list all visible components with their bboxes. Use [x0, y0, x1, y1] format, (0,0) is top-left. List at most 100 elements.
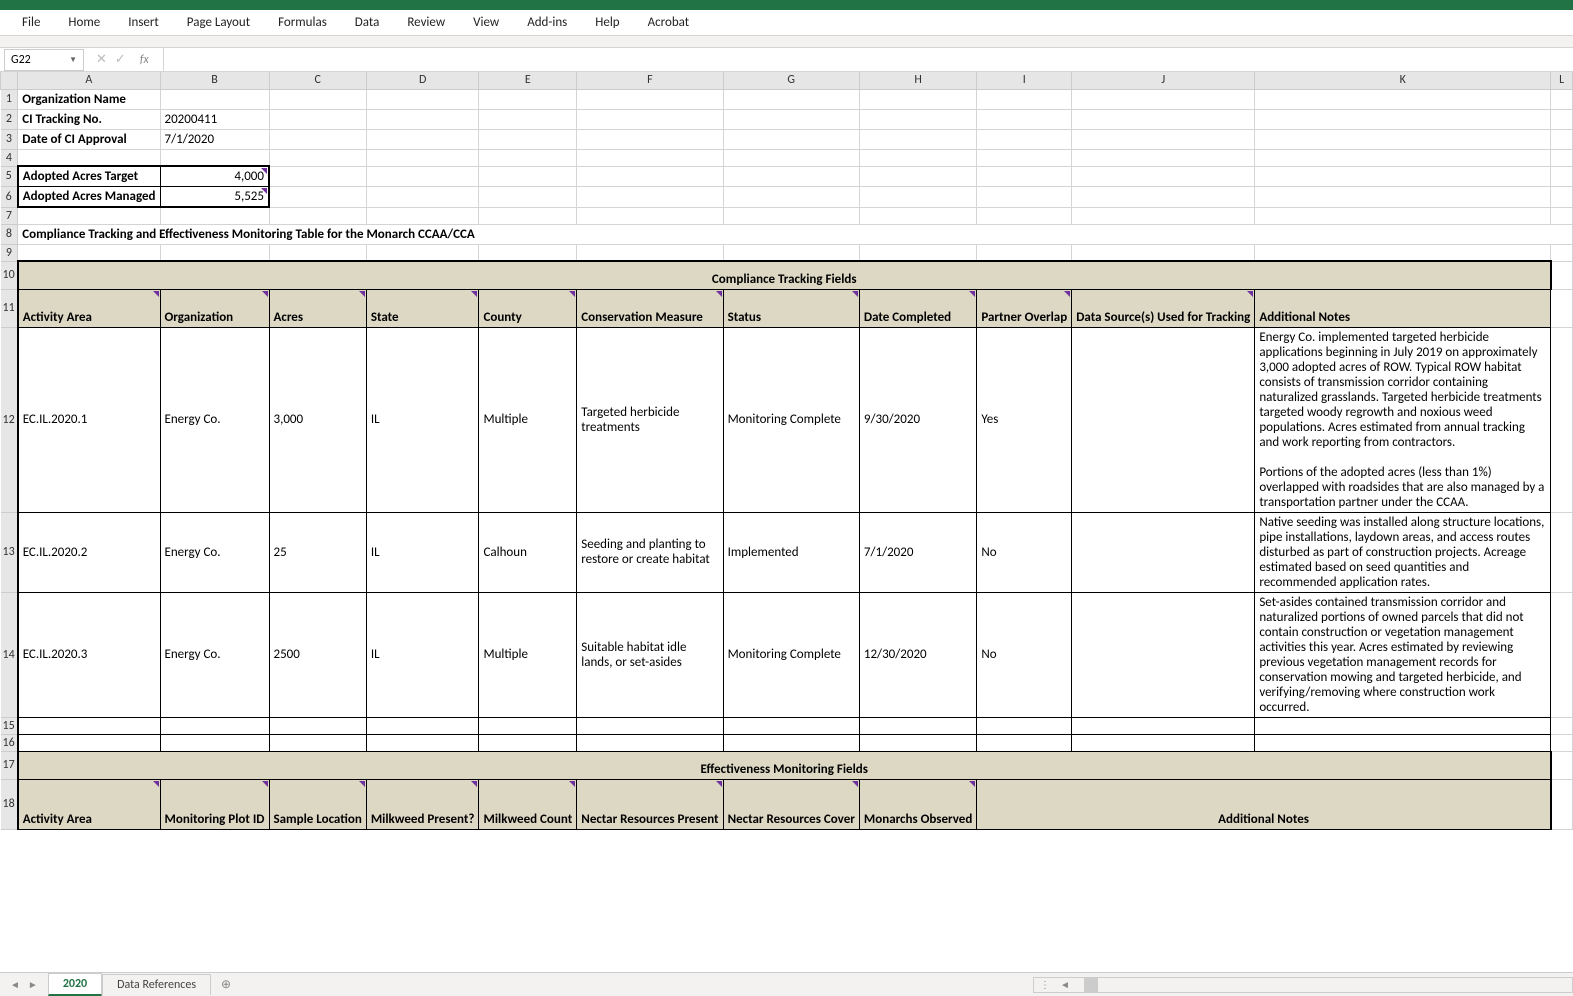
cell[interactable]: [859, 89, 976, 109]
tab-file[interactable]: File: [8, 11, 54, 34]
cell[interactable]: [977, 149, 1072, 166]
cell[interactable]: [859, 207, 976, 224]
add-sheet-button[interactable]: ⊕: [211, 977, 241, 992]
cell[interactable]: [160, 149, 269, 166]
cell[interactable]: [1551, 327, 1573, 512]
cell[interactable]: [577, 717, 723, 734]
cell[interactable]: [269, 109, 366, 129]
cell[interactable]: [18, 734, 160, 751]
cell[interactable]: [269, 734, 366, 751]
cell[interactable]: [859, 187, 976, 208]
cell[interactable]: [1255, 207, 1551, 224]
cell[interactable]: [18, 717, 160, 734]
cell[interactable]: [577, 109, 723, 129]
cell[interactable]: [479, 109, 577, 129]
cell[interactable]: [577, 166, 723, 187]
col-header-A[interactable]: A: [18, 72, 160, 89]
cell[interactable]: [577, 187, 723, 208]
cell[interactable]: [479, 166, 577, 187]
cell[interactable]: [977, 166, 1072, 187]
data-cell[interactable]: Multiple: [479, 592, 577, 717]
cell[interactable]: [577, 734, 723, 751]
cell[interactable]: [269, 166, 366, 187]
data-cell[interactable]: 2500: [269, 592, 366, 717]
sheet-tab-2020[interactable]: 2020: [48, 973, 102, 996]
cell[interactable]: [859, 244, 976, 261]
cell[interactable]: [723, 207, 859, 224]
fx-icon[interactable]: fx: [134, 53, 155, 67]
data-cell[interactable]: Energy Co.: [160, 512, 269, 592]
cell[interactable]: [366, 89, 479, 109]
cell[interactable]: [1072, 109, 1255, 129]
data-cell[interactable]: No: [977, 512, 1072, 592]
cell[interactable]: [160, 244, 269, 261]
spreadsheet-grid[interactable]: ABCDEFGHIJKL1Organization Name2CI Tracki…: [0, 72, 1573, 972]
data-cell[interactable]: 12/30/2020: [859, 592, 976, 717]
header-B[interactable]: Organization: [160, 289, 269, 327]
cell[interactable]: [1072, 244, 1255, 261]
cell[interactable]: [577, 207, 723, 224]
cell[interactable]: Adopted Acres Target: [18, 166, 160, 187]
cell[interactable]: [859, 129, 976, 149]
cell[interactable]: [723, 244, 859, 261]
row-header-3[interactable]: 3: [1, 129, 18, 149]
cell[interactable]: [366, 129, 479, 149]
cell[interactable]: [723, 734, 859, 751]
data-cell[interactable]: Energy Co.: [160, 592, 269, 717]
tab-acrobat[interactable]: Acrobat: [634, 11, 704, 34]
cell[interactable]: [160, 89, 269, 109]
tab-insert[interactable]: Insert: [114, 11, 173, 34]
cell[interactable]: [366, 187, 479, 208]
row-header-13[interactable]: 13: [1, 512, 18, 592]
cell[interactable]: [1551, 166, 1573, 187]
cell[interactable]: [479, 89, 577, 109]
header2-D[interactable]: Milkweed Present?: [366, 779, 479, 829]
header2-G[interactable]: Nectar Resources Cover: [723, 779, 859, 829]
header2-H[interactable]: Monarchs Observed: [859, 779, 976, 829]
cell[interactable]: [479, 207, 577, 224]
data-cell[interactable]: [1072, 592, 1255, 717]
col-header-K[interactable]: K: [1255, 72, 1551, 89]
cell[interactable]: Organization Name: [18, 89, 160, 109]
cell[interactable]: [366, 166, 479, 187]
cell[interactable]: [977, 207, 1072, 224]
cell[interactable]: [1551, 512, 1573, 592]
cell[interactable]: [366, 244, 479, 261]
data-cell[interactable]: No: [977, 592, 1072, 717]
row-header-10[interactable]: 10: [1, 261, 18, 289]
row-header-7[interactable]: 7: [1, 207, 18, 224]
cell[interactable]: [577, 244, 723, 261]
col-header-E[interactable]: E: [479, 72, 577, 89]
cell[interactable]: [1551, 89, 1573, 109]
section-compliance[interactable]: Compliance Tracking Fields: [18, 261, 1551, 289]
row-header-12[interactable]: 12: [1, 327, 18, 512]
cell[interactable]: [723, 717, 859, 734]
data-cell[interactable]: Calhoun: [479, 512, 577, 592]
row-header-8[interactable]: 8: [1, 224, 18, 244]
prev-sheet-icon[interactable]: ◄: [10, 978, 20, 991]
cell[interactable]: 7/1/2020: [160, 129, 269, 149]
cell[interactable]: [269, 89, 366, 109]
row-header-5[interactable]: 5: [1, 166, 18, 187]
header2-C[interactable]: Sample Location: [269, 779, 366, 829]
cell[interactable]: [577, 89, 723, 109]
tab-add-ins[interactable]: Add-ins: [513, 11, 581, 34]
cell[interactable]: [859, 717, 976, 734]
row-header-2[interactable]: 2: [1, 109, 18, 129]
row-header-14[interactable]: 14: [1, 592, 18, 717]
data-cell[interactable]: Set-asides contained transmission corrid…: [1255, 592, 1551, 717]
cell[interactable]: [1072, 734, 1255, 751]
cell[interactable]: CI Tracking No.: [18, 109, 160, 129]
cell[interactable]: [1551, 751, 1573, 779]
cell[interactable]: [859, 149, 976, 166]
cell[interactable]: [269, 207, 366, 224]
name-box[interactable]: G22 ▼: [4, 49, 84, 71]
data-cell[interactable]: EC.IL.2020.1: [18, 327, 160, 512]
cell[interactable]: [269, 187, 366, 208]
cell[interactable]: [1072, 149, 1255, 166]
scroll-thumb[interactable]: [1084, 978, 1098, 992]
data-cell[interactable]: Monitoring Complete: [723, 327, 859, 512]
cell[interactable]: [977, 734, 1072, 751]
cell[interactable]: 20200411: [160, 109, 269, 129]
row-header-18[interactable]: 18: [1, 779, 18, 829]
